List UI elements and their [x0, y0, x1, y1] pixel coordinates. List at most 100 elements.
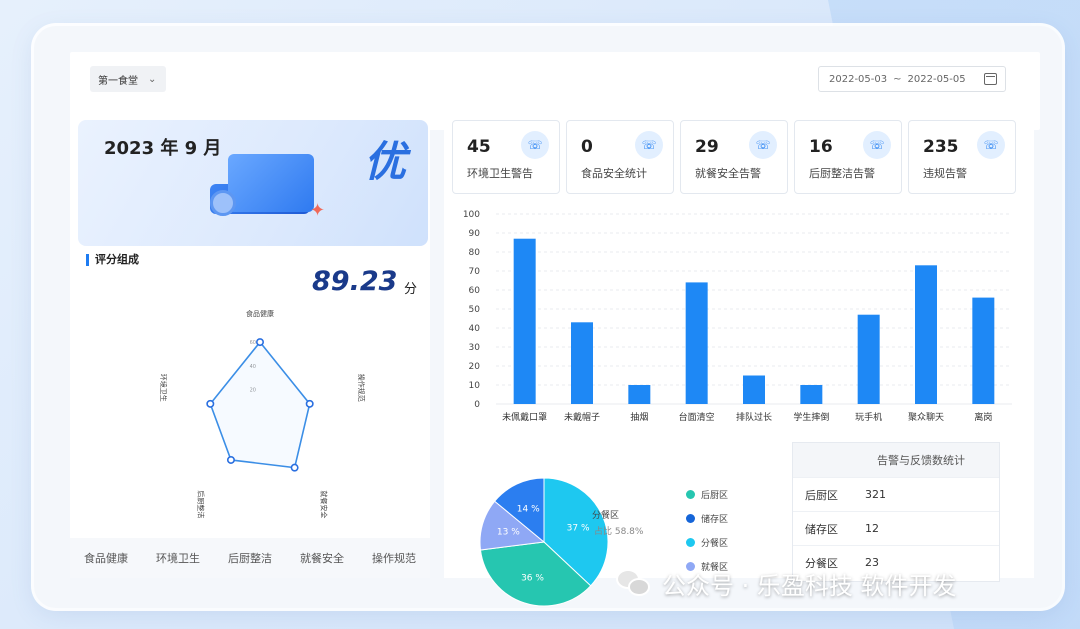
- x-tick-label: 玩手机: [855, 411, 882, 423]
- violation-bar-chart: 0 10 20 30 40 50 60 70 80 90 100 未佩戴口罩 未戴帽子 抽烟 台面清空 排队过…: [463, 210, 1012, 423]
- y-tick-label: 40: [469, 324, 481, 334]
- watermark-text: 公众号 · 乐盈科技 软件开发: [662, 572, 957, 600]
- radar-axis-label: 操作规范: [357, 374, 366, 402]
- wechat-icon: [616, 568, 652, 599]
- bar: [571, 322, 593, 404]
- stat-card[interactable]: 29 就餐安全告警 ☏: [680, 120, 788, 194]
- y-tick-label: 50: [469, 305, 481, 315]
- radar-axis-label: 就餐安全: [319, 490, 328, 518]
- bar: [800, 385, 823, 404]
- radar-tab[interactable]: 食品健康: [84, 550, 128, 566]
- stat-label: 环境卫生警告: [467, 167, 533, 180]
- bar: [972, 297, 995, 404]
- x-tick-label: 未戴帽子: [564, 411, 600, 423]
- alert-icon: ☏: [863, 131, 891, 159]
- alert-feedback-table: 告警与反馈数统计 后厨区 321 储存区 12 分餐区 23: [792, 442, 1000, 582]
- table-row[interactable]: 后厨区 321: [793, 477, 999, 511]
- x-tick-label: 未佩戴口罩: [502, 411, 547, 423]
- radar-point: [226, 455, 235, 464]
- radar-tab[interactable]: 操作规范: [372, 550, 416, 566]
- table-cell-area: 储存区: [805, 522, 838, 536]
- stat-label: 违规告警: [923, 167, 967, 180]
- bar: [513, 238, 536, 404]
- y-tick-label: 20: [469, 362, 481, 372]
- pie-slice-label: 37 %: [567, 523, 590, 533]
- bar: [915, 265, 937, 404]
- y-tick-label: 80: [469, 248, 481, 258]
- stat-value: 45: [467, 137, 491, 157]
- radar-category-tabs: 食品健康 环境卫生 后厨整洁 就餐安全 操作规范: [70, 538, 430, 578]
- legend-item[interactable]: 分餐区: [686, 530, 728, 554]
- alert-icon: ☏: [635, 131, 663, 159]
- radar-tab[interactable]: 就餐安全: [300, 550, 344, 566]
- banner-grade: 优: [363, 137, 406, 186]
- score-panel: 2023 年 9 月 ✦ 优 评分组成 89.23 分 604020食品健康操作…: [70, 112, 430, 578]
- stat-card[interactable]: 45 环境卫生警告 ☏: [452, 120, 560, 194]
- radar-point: [305, 399, 314, 408]
- stat-card[interactable]: 16 后厨整洁告警 ☏: [794, 120, 902, 194]
- radar-axis-label: 后厨整洁: [197, 490, 206, 518]
- watermark: 公众号 · 乐盈科技 软件开发: [616, 566, 957, 601]
- stat-label: 后厨整洁告警: [809, 167, 875, 180]
- x-tick-label: 抽烟: [630, 411, 648, 423]
- y-tick-label: 100: [463, 210, 480, 220]
- x-tick-label: 排队过长: [736, 411, 772, 423]
- stat-value: 29: [695, 137, 719, 157]
- table-cell-count: 12: [865, 522, 879, 535]
- legend-swatch: [686, 513, 695, 523]
- stat-cards: 45 环境卫生警告 ☏ 0 食品安全统计 ☏ 29 就餐安全告警 ☏ 16 后厨…: [452, 118, 1022, 194]
- legend-item[interactable]: 后厨区: [686, 482, 728, 506]
- alert-icon: ☏: [977, 131, 1005, 159]
- month-banner: 2023 年 9 月 ✦ 优: [78, 120, 428, 246]
- radar-tab[interactable]: 后厨整洁: [228, 550, 272, 566]
- stat-card[interactable]: 0 食品安全统计 ☏: [566, 120, 674, 194]
- x-tick-label: 学生摔倒: [793, 411, 829, 423]
- pie-legend: 后厨区 储存区 分餐区 就餐区: [686, 482, 728, 578]
- date-end: 2022-05-05: [907, 73, 966, 85]
- date-range-picker[interactable]: 2022-05-03 ~ 2022-05-05: [818, 66, 1006, 92]
- radar-tab[interactable]: 环境卫生: [156, 550, 200, 566]
- stat-label: 就餐安全告警: [695, 167, 761, 180]
- radar-point: [206, 399, 215, 408]
- calendar-icon[interactable]: [984, 73, 997, 85]
- bar: [743, 375, 765, 404]
- y-tick-label: 30: [469, 343, 481, 353]
- legend-label: 分餐区: [701, 538, 729, 549]
- date-separator: ~: [893, 73, 902, 85]
- table-cell-count: 321: [865, 488, 886, 501]
- radar-area: [209, 340, 311, 469]
- alert-icon: ☏: [749, 131, 777, 159]
- table-cell-area: 后厨区: [805, 488, 838, 502]
- legend-swatch: [686, 489, 695, 499]
- stat-value: 235: [923, 137, 959, 157]
- dashboard-frame: 第一食堂 ⌄ 2022-05-03 ~ 2022-05-05 2023 年 9 …: [34, 26, 1062, 608]
- radar-axis-label: 环境卫生: [159, 374, 168, 402]
- x-tick-label: 聚众聊天: [908, 411, 944, 423]
- y-tick-label: 10: [469, 381, 481, 391]
- pie-slice-label: 13 %: [497, 528, 520, 538]
- legend-item[interactable]: 储存区: [686, 506, 728, 530]
- banner-card-illustration: [228, 154, 314, 212]
- y-tick-label: 0: [474, 400, 480, 410]
- stat-value: 16: [809, 137, 833, 157]
- bar: [857, 314, 880, 404]
- legend-label: 后厨区: [701, 490, 729, 501]
- table-row[interactable]: 储存区 12: [793, 511, 999, 545]
- radar-scale-label: 60: [250, 340, 256, 346]
- table-title: 告警与反馈数统计: [793, 443, 999, 477]
- y-tick-label: 70: [469, 267, 481, 277]
- alert-icon: ☏: [521, 131, 549, 159]
- legend-swatch: [686, 537, 695, 547]
- bar: [628, 385, 651, 404]
- radar-point: [290, 463, 299, 472]
- legend-label: 储存区: [701, 514, 729, 525]
- x-tick-label: 台面清空: [679, 411, 715, 423]
- canteen-select-value: 第一食堂: [98, 75, 138, 87]
- radar-axis-label: 食品健康: [246, 309, 274, 318]
- chevron-down-icon: ⌄: [148, 73, 157, 85]
- score-section-title: 评分组成: [86, 254, 139, 266]
- pie-slice-label: 14 %: [517, 504, 540, 514]
- pie-callout-label: 分餐区: [592, 511, 620, 521]
- canteen-select[interactable]: 第一食堂 ⌄: [90, 66, 166, 92]
- stat-card[interactable]: 235 违规告警 ☏: [908, 120, 1016, 194]
